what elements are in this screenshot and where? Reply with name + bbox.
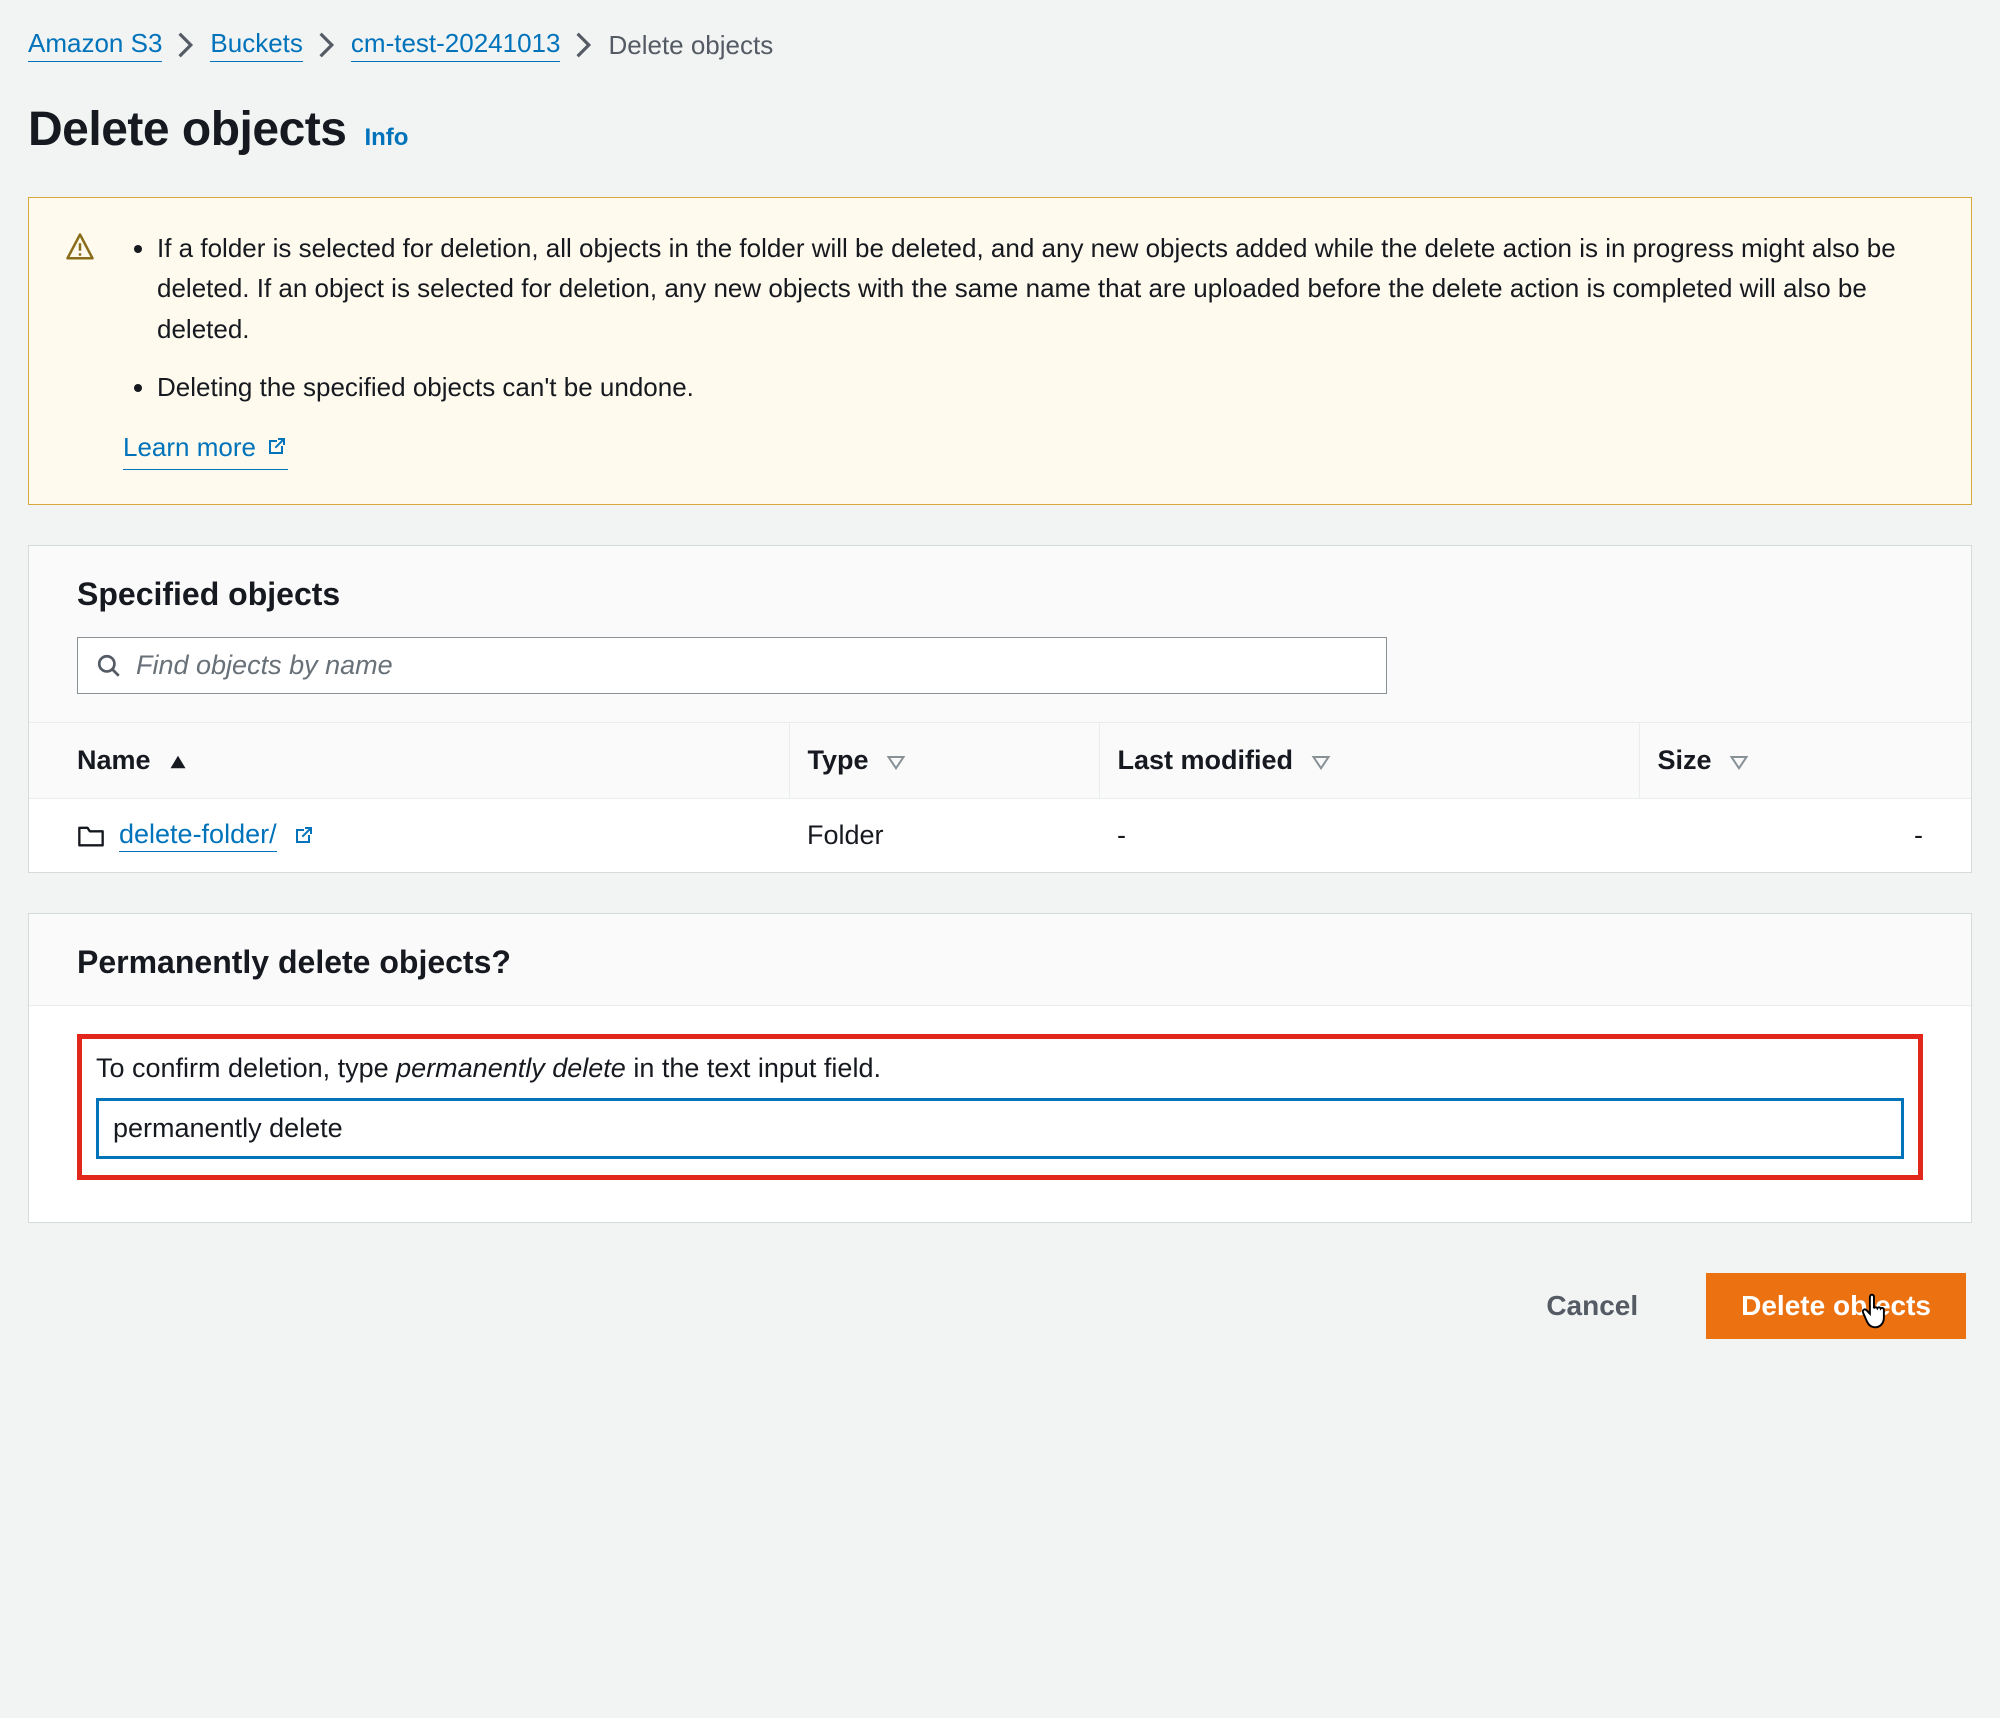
column-header-size-label: Size	[1658, 745, 1712, 775]
learn-more-label: Learn more	[123, 427, 256, 467]
warning-bullet: If a folder is selected for deletion, al…	[157, 228, 1935, 349]
chevron-right-icon	[319, 32, 335, 58]
object-last-modified: -	[1099, 799, 1639, 873]
object-type: Folder	[789, 799, 1099, 873]
info-link[interactable]: Info	[364, 124, 408, 152]
cancel-button[interactable]: Cancel	[1518, 1274, 1666, 1338]
confirm-delete-input[interactable]	[96, 1098, 1904, 1159]
breadcrumb-current: Delete objects	[608, 30, 773, 61]
chevron-right-icon	[178, 32, 194, 58]
chevron-right-icon	[576, 32, 592, 58]
table-row: delete-folder/ Folder - -	[29, 799, 1971, 873]
warning-bullet: Deleting the specified objects can't be …	[157, 367, 1935, 407]
sort-icon	[886, 754, 906, 770]
specified-objects-panel: Specified objects Name	[28, 545, 1972, 873]
sort-icon	[1311, 754, 1331, 770]
confirm-instruction-em: permanently delete	[396, 1053, 626, 1083]
column-header-lm-label: Last modified	[1118, 745, 1294, 775]
sort-asc-icon	[168, 754, 188, 770]
search-objects-input-wrap[interactable]	[77, 637, 1387, 694]
breadcrumb: Amazon S3 Buckets cm-test-20241013 Delet…	[28, 28, 1972, 62]
learn-more-link[interactable]: Learn more	[123, 427, 288, 470]
sort-icon	[1729, 754, 1749, 770]
external-link-icon	[291, 824, 315, 848]
confirm-highlight-box: To confirm deletion, type permanently de…	[77, 1034, 1923, 1180]
footer-actions: Cancel Delete objects	[28, 1263, 1972, 1339]
objects-table: Name Type Last modified	[29, 722, 1971, 872]
warning-notice: If a folder is selected for deletion, al…	[28, 197, 1972, 505]
page-header: Delete objects Info	[28, 102, 1972, 157]
search-icon	[96, 653, 122, 679]
folder-icon	[77, 824, 105, 848]
breadcrumb-link-bucket[interactable]: cm-test-20241013	[351, 28, 561, 62]
confirm-delete-panel: Permanently delete objects? To confirm d…	[28, 913, 1972, 1223]
confirm-instruction-post: in the text input field.	[626, 1053, 881, 1083]
object-size: -	[1639, 799, 1971, 873]
column-header-last-modified[interactable]: Last modified	[1099, 723, 1639, 799]
confirm-instruction: To confirm deletion, type permanently de…	[96, 1053, 1904, 1084]
breadcrumb-link-s3[interactable]: Amazon S3	[28, 28, 162, 62]
column-header-size[interactable]: Size	[1639, 723, 1971, 799]
column-header-name-label: Name	[77, 745, 151, 775]
breadcrumb-link-buckets[interactable]: Buckets	[210, 28, 303, 62]
delete-objects-button[interactable]: Delete objects	[1706, 1273, 1966, 1339]
column-header-name[interactable]: Name	[29, 723, 789, 799]
column-header-type-label: Type	[808, 745, 869, 775]
column-header-type[interactable]: Type	[789, 723, 1099, 799]
delete-objects-button-label: Delete objects	[1741, 1290, 1931, 1321]
object-link[interactable]: delete-folder/	[119, 819, 277, 852]
specified-objects-title: Specified objects	[77, 576, 1923, 613]
confirm-delete-title: Permanently delete objects?	[77, 944, 1923, 981]
page-title: Delete objects	[28, 102, 346, 157]
warning-icon	[65, 232, 95, 470]
search-objects-input[interactable]	[136, 650, 1368, 681]
external-link-icon	[264, 435, 288, 459]
confirm-instruction-pre: To confirm deletion, type	[96, 1053, 396, 1083]
